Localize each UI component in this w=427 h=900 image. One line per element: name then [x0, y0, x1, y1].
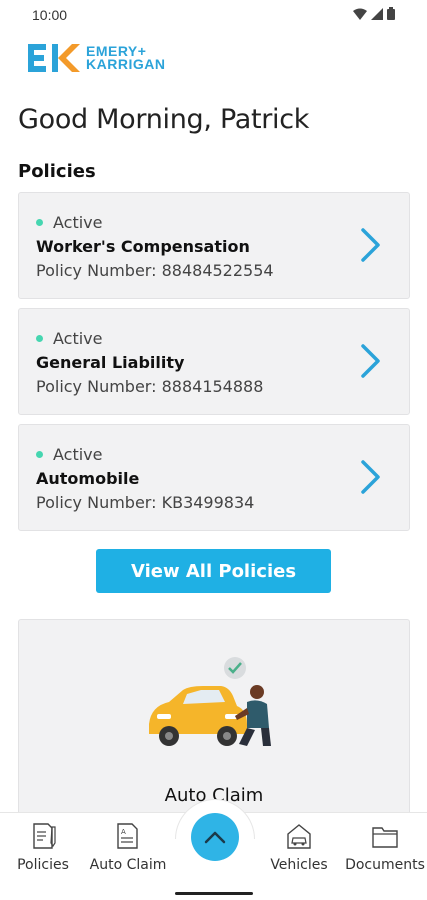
policy-status: Active: [36, 329, 103, 348]
status-icons: [353, 7, 395, 20]
status-time: 10:00: [32, 7, 68, 23]
nav-item-policies[interactable]: Policies: [14, 821, 72, 873]
policy-name: Automobile: [36, 469, 140, 488]
auto-claim-card[interactable]: Auto Claim: [18, 619, 410, 819]
policy-status: Active: [36, 213, 103, 232]
emery-karrigan-logo-mark: [28, 44, 80, 72]
bottom-navigation: Policies A Auto Claim Vehicles Documents: [0, 799, 427, 900]
nav-label-auto-claim: Auto Claim: [89, 857, 167, 873]
policy-name: General Liability: [36, 353, 185, 372]
policies-icon: [33, 823, 56, 849]
brand-wordmark: EMERY+ KARRIGAN: [86, 44, 166, 72]
policy-card-workers-compensation[interactable]: Active Worker's Compensation Policy Numb…: [18, 192, 410, 299]
status-bar: 10:00: [0, 0, 427, 30]
active-status-dot: [36, 451, 43, 458]
brand-line-2: KARRIGAN: [86, 56, 166, 72]
active-status-dot: [36, 335, 43, 342]
vehicles-icon: [287, 824, 311, 849]
policy-name: Worker's Compensation: [36, 237, 250, 256]
policy-number-label: Policy Number:: [36, 493, 157, 512]
nav-label-documents: Documents: [345, 857, 425, 873]
policy-status-label: Active: [53, 329, 103, 348]
policy-number-label: Policy Number:: [36, 377, 157, 396]
policies-section-title: Policies: [18, 161, 96, 182]
policy-card-automobile[interactable]: Active Automobile Policy Number: KB34998…: [18, 424, 410, 531]
signal-icon: [371, 7, 383, 20]
home-indicator[interactable]: [175, 892, 253, 895]
policy-number: Policy Number: KB3499834: [36, 493, 254, 512]
policy-number: Policy Number: 88484522554: [36, 261, 274, 280]
nav-item-documents[interactable]: Documents: [344, 821, 426, 873]
wifi-icon: [353, 8, 367, 20]
brand-logo: EMERY+ KARRIGAN: [28, 44, 165, 72]
nav-item-vehicles[interactable]: Vehicles: [267, 821, 331, 873]
greeting-title: Good Morning, Patrick: [18, 104, 310, 135]
chevron-right-icon[interactable]: [359, 343, 383, 379]
documents-icon: [372, 827, 398, 848]
chevron-up-icon: [204, 831, 226, 844]
nav-label-policies: Policies: [17, 857, 69, 873]
chevron-right-icon[interactable]: [359, 227, 383, 263]
nav-item-auto-claim[interactable]: A Auto Claim: [86, 821, 170, 873]
policy-number-value: 88484522554: [161, 261, 274, 280]
policy-card-general-liability[interactable]: Active General Liability Policy Number: …: [18, 308, 410, 415]
policy-status: Active: [36, 445, 103, 464]
nav-label-vehicles: Vehicles: [270, 857, 328, 873]
policy-number: Policy Number: 8884154888: [36, 377, 263, 396]
policy-status-label: Active: [53, 213, 103, 232]
expand-menu-button[interactable]: [191, 813, 239, 861]
policy-number-label: Policy Number:: [36, 261, 157, 280]
auto-claim-icon: A: [117, 823, 138, 849]
svg-text:A: A: [121, 828, 126, 836]
policy-status-label: Active: [53, 445, 103, 464]
policy-number-value: KB3499834: [161, 493, 255, 512]
active-status-dot: [36, 219, 43, 226]
chevron-right-icon[interactable]: [359, 459, 383, 495]
battery-icon: [387, 7, 395, 20]
policy-number-value: 8884154888: [161, 377, 264, 396]
view-all-policies-button[interactable]: View All Policies: [96, 549, 331, 593]
car-mechanic-illustration: [149, 657, 271, 746]
